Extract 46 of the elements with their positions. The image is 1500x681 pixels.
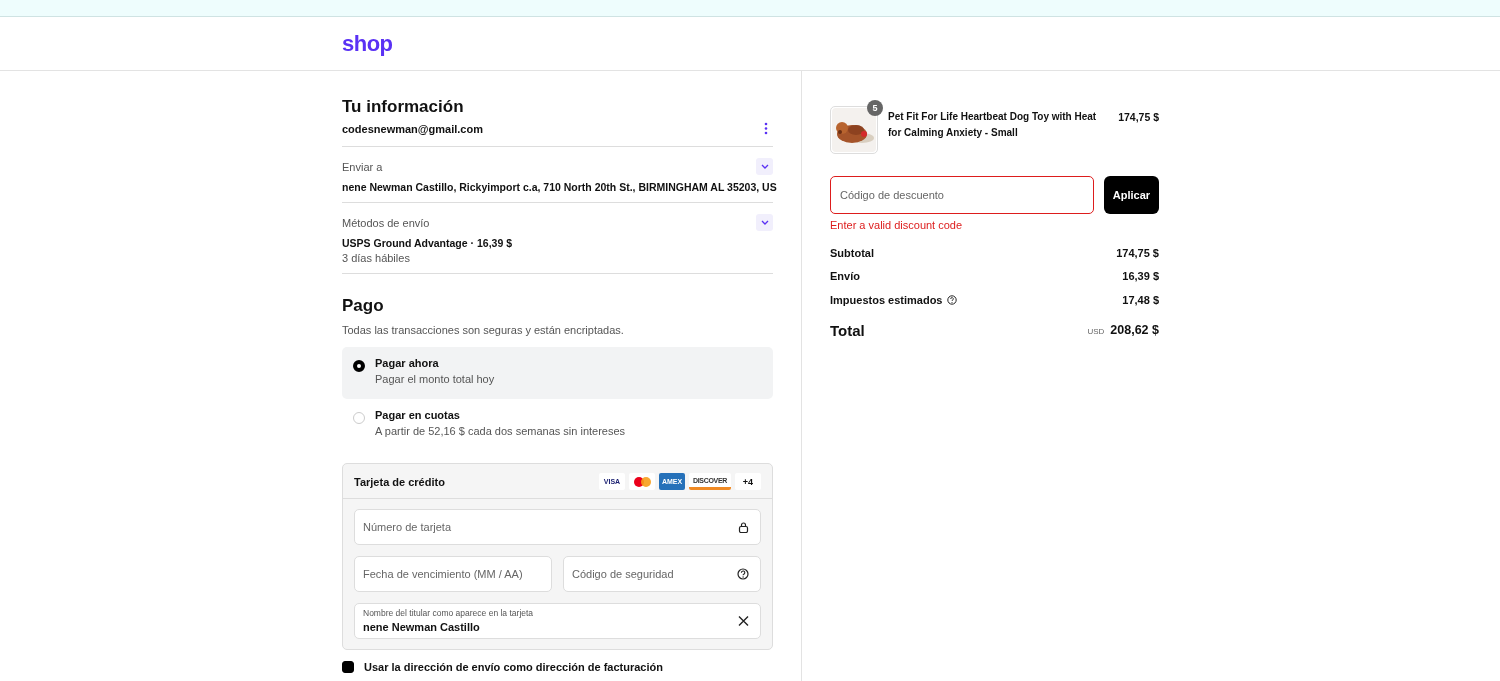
currency-code: USD <box>1087 327 1105 336</box>
payment-note: Todas las transacciones son seguras y están encriptadas. <box>342 324 625 336</box>
chevron-down-icon <box>759 162 770 171</box>
summary-value: 17,48 $ <box>1122 293 1159 306</box>
card-brand-logo: +4 <box>735 473 761 490</box>
radio-button[interactable] <box>353 360 365 372</box>
checkbox-label: Usar la dirección de envío como dirección de facturación <box>364 661 663 673</box>
more-icon <box>764 122 768 135</box>
apply-button[interactable]: Aplicar <box>1104 176 1159 214</box>
section-title: Pago <box>342 296 385 316</box>
floating-label: Nombre del titular como aparece en la tarjeta <box>363 608 534 618</box>
lock-icon <box>738 521 749 533</box>
shop-logo[interactable]: shop <box>342 30 393 56</box>
section-label: Enviar a <box>342 160 383 173</box>
total-value: 208,62 $ <box>1110 323 1159 337</box>
total-label: Total <box>830 321 865 339</box>
checkbox[interactable] <box>342 661 354 673</box>
input-field[interactable]: Número de tarjeta <box>354 509 761 545</box>
expand-button[interactable] <box>756 214 773 231</box>
option-label: Pagar en cuotas <box>375 409 461 421</box>
option-detail: A partir de 52,16 $ cada dos semanas sin intereses <box>375 425 626 437</box>
option-detail: Pagar el monto total hoy <box>375 373 495 385</box>
chevron-down-icon <box>759 218 770 227</box>
section-title: Tu información <box>342 97 465 117</box>
summary-value: 174,75 $ <box>1116 246 1159 259</box>
summary-label: Subtotal <box>830 246 874 259</box>
section-value: USPS Ground Advantage · 16,39 $ <box>342 237 513 249</box>
error-message: Enter a valid discount code <box>830 219 964 231</box>
summary-label: Impuestos estimados <box>830 293 943 306</box>
help-icon <box>947 294 958 305</box>
input-field[interactable]: Fecha de vencimiento (MM / AA) <box>354 556 552 592</box>
product-price: 174,75 $ <box>1118 110 1159 125</box>
section-label: Métodos de envío <box>342 216 430 229</box>
product-name: Pet Fit For Life Heartbeat Dog Toy with Heat for Calming Anxiety - Small <box>888 110 1098 140</box>
option-label: Pagar ahora <box>375 357 440 369</box>
quantity-badge: 5 <box>867 100 883 116</box>
section-detail: 3 días hábiles <box>342 252 411 264</box>
discount-field[interactable]: Código de descuento <box>830 176 1094 214</box>
close-icon <box>738 615 749 627</box>
email-text: codesnewman@gmail.com <box>342 122 483 135</box>
help-icon <box>737 568 749 580</box>
input-field[interactable]: Código de seguridad <box>563 556 761 592</box>
card-title: Tarjeta de crédito <box>354 475 445 488</box>
summary-label: Envío <box>830 270 860 283</box>
expand-button[interactable] <box>756 158 773 175</box>
summary-value: 16,39 $ <box>1122 270 1159 283</box>
